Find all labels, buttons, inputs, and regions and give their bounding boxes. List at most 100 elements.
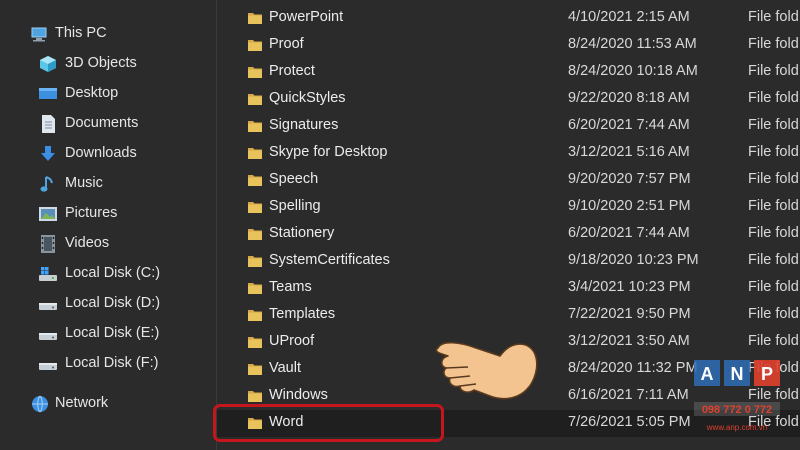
file-row-systemcertificates[interactable]: SystemCertificates 9/18/2020 10:23 PM File… (217, 248, 800, 275)
file-row-speech[interactable]: Speech 9/20/2020 7:57 PM File fold (217, 167, 800, 194)
sidebar-item-local-disk-f[interactable]: Local Disk (F:) (0, 350, 216, 378)
sidebar-item-label: This PC (55, 25, 107, 41)
folder-icon (247, 253, 263, 269)
sidebar-item-label: Pictures (65, 205, 118, 221)
file-row-proof[interactable]: Proof 8/24/2020 11:53 AM File fold (217, 32, 800, 59)
drive-icon (38, 324, 58, 344)
file-date-modified: 6/16/2021 7:11 AM (568, 387, 689, 403)
file-row-protect[interactable]: Protect 8/24/2020 10:18 AM File fold (217, 59, 800, 86)
sidebar-item-downloads[interactable]: Downloads (0, 140, 216, 168)
sidebar-item-label: Local Disk (D:) (65, 295, 161, 311)
file-name: Teams (269, 279, 312, 295)
network-icon (30, 394, 50, 414)
file-name: Stationery (269, 225, 335, 241)
sidebar-item-music[interactable]: Music (0, 170, 216, 198)
file-date-modified: 9/22/2020 8:18 AM (568, 90, 690, 106)
file-date-modified: 6/20/2021 7:44 AM (568, 225, 690, 241)
folder-icon (247, 361, 263, 377)
sidebar-item-label: Local Disk (F:) (65, 355, 159, 371)
file-row-signatures[interactable]: Signatures 6/20/2021 7:44 AM File fold (217, 113, 800, 140)
file-name: PowerPoint (269, 9, 344, 25)
folder-icon (247, 334, 263, 350)
file-date-modified: 7/22/2021 9:50 PM (568, 306, 691, 322)
download-arrow-icon (38, 144, 58, 164)
file-date-modified: 9/10/2020 2:51 PM (568, 198, 691, 214)
document-icon (38, 114, 58, 134)
file-name: Templates (269, 306, 336, 322)
drive-icon (38, 354, 58, 374)
file-name: Signatures (269, 117, 339, 133)
file-type: File fold (748, 306, 799, 322)
file-name: QuickStyles (269, 90, 346, 106)
file-row-spelling[interactable]: Spelling 9/10/2020 2:51 PM File fold (217, 194, 800, 221)
file-date-modified: 3/12/2021 5:16 AM (568, 144, 690, 160)
navigation-pane: This PC 3D Objects Desktop Documents Downloa… (0, 0, 216, 450)
file-type: File fold (748, 117, 799, 133)
sidebar-item-label: Network (55, 395, 109, 411)
file-date-modified: 3/4/2021 10:23 PM (568, 279, 691, 295)
sidebar-item-label: Documents (65, 115, 139, 131)
folder-icon (247, 145, 263, 161)
file-type: File fold (748, 36, 799, 52)
file-row-skype-for-desktop[interactable]: Skype for Desktop 3/12/2021 5:16 AM File f… (217, 140, 800, 167)
folder-icon (247, 91, 263, 107)
folder-icon (247, 388, 263, 404)
file-name: SystemCertificates (269, 252, 390, 268)
file-type: File fold (748, 252, 799, 268)
folder-icon (247, 172, 263, 188)
sidebar-item-this-pc[interactable]: This PC (0, 20, 216, 48)
sidebar-item-videos[interactable]: Videos (0, 230, 216, 258)
file-name: UProof (269, 333, 315, 349)
cube-icon (38, 54, 58, 74)
folder-icon (247, 64, 263, 80)
windows-drive-icon (38, 264, 58, 284)
file-type: File fold (748, 63, 799, 79)
sidebar-item-label: Local Disk (E:) (65, 325, 160, 341)
file-type: File fold (748, 225, 799, 241)
folder-icon (247, 199, 263, 215)
sidebar-item-label: Music (65, 175, 103, 191)
sidebar-item-label: Local Disk (C:) (65, 265, 161, 281)
folder-icon (247, 118, 263, 134)
sidebar-item-3d-objects[interactable]: 3D Objects (0, 50, 216, 78)
picture-icon (38, 204, 58, 224)
file-name: Windows (269, 387, 328, 403)
file-row-stationery[interactable]: Stationery 6/20/2021 7:44 AM File fold (217, 221, 800, 248)
sidebar-item-documents[interactable]: Documents (0, 110, 216, 138)
svg-text:A: A (701, 364, 714, 384)
sidebar-item-local-disk-e[interactable]: Local Disk (E:) (0, 320, 216, 348)
file-date-modified: 8/24/2020 10:18 AM (568, 63, 698, 79)
word-folder-highlight (213, 404, 444, 442)
file-row-powerpoint[interactable]: PowerPoint 4/10/2021 2:15 AM File fold (217, 5, 800, 32)
sidebar-item-local-disk-c[interactable]: Local Disk (C:) (0, 260, 216, 288)
sidebar-item-desktop[interactable]: Desktop (0, 80, 216, 108)
anp-watermark: A N P 098 772 0 772 www.anp.com.vn (690, 358, 790, 438)
file-date-modified: 3/12/2021 3:50 AM (568, 333, 690, 349)
sidebar-item-network[interactable]: Network (0, 390, 216, 418)
file-name: Vault (269, 360, 301, 376)
file-type: File fold (748, 279, 799, 295)
file-type: File fold (748, 171, 799, 187)
svg-text:N: N (731, 364, 744, 384)
file-type: File fold (748, 9, 799, 25)
file-name: Protect (269, 63, 315, 79)
file-type: File fold (748, 333, 799, 349)
file-name: Speech (269, 171, 319, 187)
file-date-modified: 6/20/2021 7:44 AM (568, 117, 690, 133)
folder-icon (247, 280, 263, 296)
music-note-icon (38, 174, 58, 194)
file-row-teams[interactable]: Teams 3/4/2021 10:23 PM File fold (217, 275, 800, 302)
sidebar-item-pictures[interactable]: Pictures (0, 200, 216, 228)
file-type: File fold (748, 198, 799, 214)
file-date-modified: 8/24/2020 11:32 PM (568, 360, 698, 376)
file-type: File fold (748, 144, 799, 160)
sidebar-item-label: Videos (65, 235, 110, 251)
sidebar-item-label: Downloads (65, 145, 137, 161)
folder-icon (247, 307, 263, 323)
sidebar-item-local-disk-d[interactable]: Local Disk (D:) (0, 290, 216, 318)
computer-icon (30, 24, 50, 44)
sidebar-item-label: 3D Objects (65, 55, 137, 71)
file-name: Skype for Desktop (269, 144, 388, 160)
file-row-quickstyles[interactable]: QuickStyles 9/22/2020 8:18 AM File fold (217, 86, 800, 113)
file-date-modified: 8/24/2020 11:53 AM (568, 36, 697, 52)
